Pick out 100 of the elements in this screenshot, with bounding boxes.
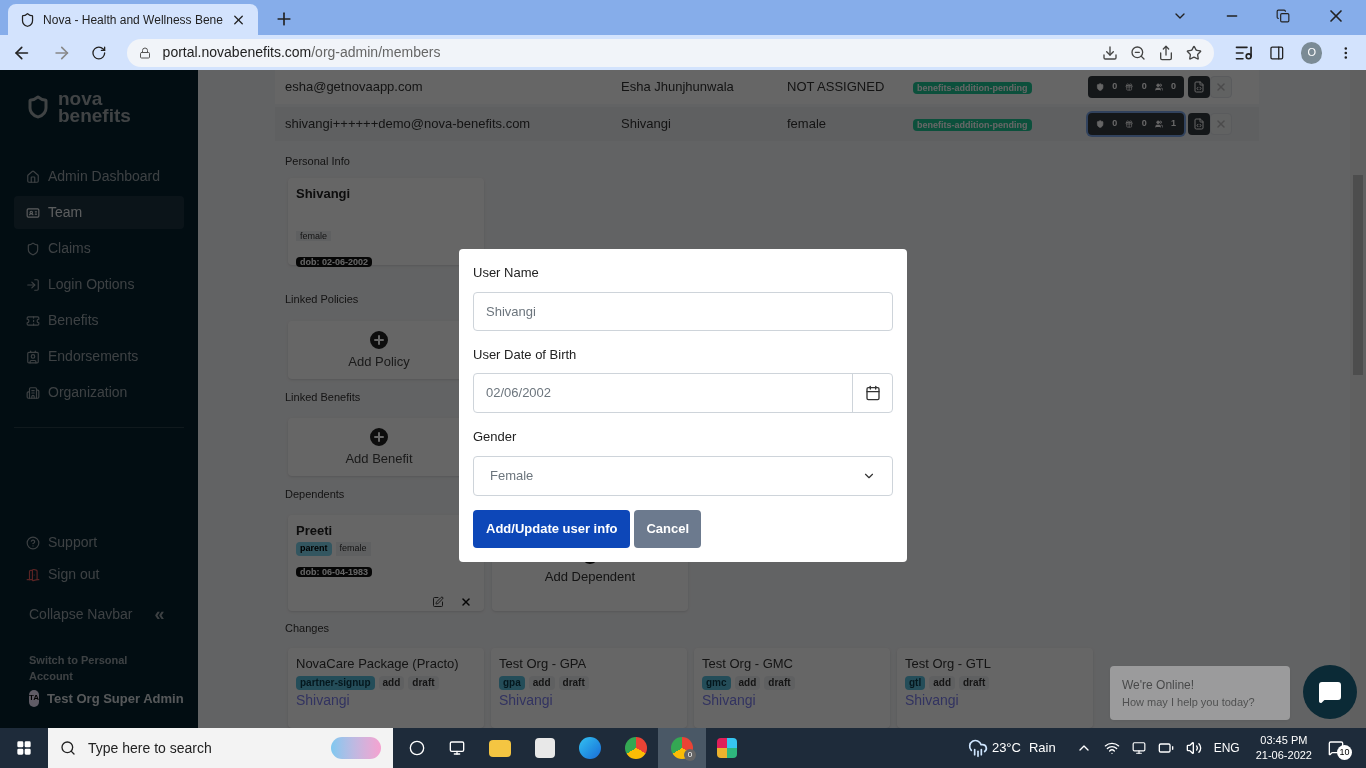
- chrome-icon: [671, 737, 693, 759]
- relation-tag: parent: [296, 542, 332, 556]
- change-title: Test Org - GTL: [905, 655, 992, 673]
- install-icon[interactable]: [1101, 44, 1118, 61]
- chrome-taskbar-button[interactable]: 0: [658, 728, 706, 768]
- field-label: Gender: [473, 428, 518, 446]
- language-indicator[interactable]: ENG: [1213, 739, 1240, 757]
- address-bar[interactable]: portal.novabenefits.com/org-admin/members: [126, 38, 1214, 67]
- battery-icon[interactable]: [1157, 740, 1174, 756]
- restore-icon[interactable]: [1276, 8, 1290, 23]
- file-explorer-icon[interactable]: [489, 739, 511, 757]
- gender-select[interactable]: Female: [473, 455, 893, 496]
- calendar-icon[interactable]: [864, 385, 881, 401]
- document-button[interactable]: [1188, 75, 1210, 98]
- nav-icon: [26, 205, 40, 220]
- nav-item[interactable]: Sign out: [14, 558, 184, 591]
- change-title: NovaCare Package (Practo): [296, 655, 460, 673]
- reload-icon[interactable]: [91, 44, 107, 61]
- cortana-icon[interactable]: [409, 740, 425, 756]
- side-panel-icon[interactable]: [1269, 44, 1285, 61]
- field-label: User Date of Birth: [473, 345, 578, 364]
- store-icon[interactable]: [535, 738, 555, 758]
- chat-icon: [1318, 680, 1342, 704]
- cancel-button[interactable]: Cancel: [634, 509, 702, 548]
- name-cell-text: Shivangi: [621, 114, 672, 133]
- weather-icon[interactable]: [967, 738, 988, 758]
- tag: draft: [408, 675, 439, 690]
- submit-button[interactable]: Add/Update user info: [473, 509, 631, 548]
- notification-button[interactable]: 10: [1328, 736, 1354, 760]
- bookmark-icon[interactable]: [1185, 44, 1202, 61]
- nav-item[interactable]: Admin Dashboard: [14, 160, 184, 193]
- tag: draft: [558, 675, 589, 690]
- date-of-birth-field[interactable]: 02/06/2002: [473, 373, 893, 413]
- chrome-icon[interactable]: [625, 737, 647, 759]
- tag: add: [378, 675, 405, 690]
- tag: gmc: [702, 675, 731, 690]
- nav-icon: [26, 535, 40, 550]
- field-label: User Name: [473, 264, 540, 282]
- change-title: Test Org - GPA: [499, 655, 588, 673]
- change-title: Test Org - GMC: [702, 655, 794, 673]
- tag: add: [528, 675, 555, 690]
- collapse-navbar-button[interactable]: Collapse Navbar «: [14, 600, 184, 628]
- gift-icon: [1125, 81, 1134, 92]
- site-icon: [20, 11, 36, 28]
- tag: draft: [764, 675, 795, 690]
- nav-item[interactable]: Endorsements: [14, 340, 184, 373]
- document-icon: [1193, 80, 1205, 93]
- users-icon: [1154, 81, 1163, 92]
- profile-avatar[interactable]: O: [1301, 41, 1323, 64]
- slack-icon[interactable]: [717, 738, 737, 758]
- section-heading: Linked Policies: [285, 292, 359, 307]
- nav-item[interactable]: Claims: [14, 232, 184, 265]
- nav-icon: [26, 169, 40, 184]
- counts-button[interactable]: 0 0 1: [1088, 112, 1184, 135]
- user-name-field[interactable]: Shivangi: [473, 291, 893, 331]
- temperature-text[interactable]: 23°C: [991, 738, 1021, 758]
- zoom-icon[interactable]: [1129, 44, 1146, 61]
- logo-icon: [26, 95, 50, 119]
- close-icon[interactable]: [460, 595, 472, 608]
- tag: add: [929, 675, 955, 690]
- nav-item[interactable]: Team: [14, 196, 184, 229]
- shield-icon: [1096, 118, 1105, 129]
- nav-item[interactable]: Organization: [14, 376, 184, 409]
- member-row[interactable]: esha@getnovaapp.com Esha Jhunjhunwala NOT ASSIGNED benefits-addition-pending 0 0 0: [275, 70, 1259, 104]
- email-cell-text: esha@getnovaapp.com: [285, 78, 424, 97]
- nav-item[interactable]: Support: [14, 526, 184, 559]
- dob-tag: dob: 06-04-1983: [296, 566, 373, 577]
- chat-subtitle: How may I help you today?: [1122, 694, 1256, 710]
- weather-text[interactable]: Rain: [1028, 738, 1056, 758]
- notification-badge: 0: [684, 749, 696, 761]
- tag: partner-signup: [296, 675, 375, 690]
- nav-item[interactable]: Benefits: [14, 304, 184, 337]
- task-view-icon[interactable]: [449, 740, 465, 756]
- nav-icon: [26, 277, 40, 292]
- document-button[interactable]: [1188, 112, 1210, 135]
- counts-button[interactable]: 0 0 0: [1088, 75, 1184, 98]
- email-cell-text: shivangi++++++demo@nova-benefits.com: [285, 114, 532, 133]
- chat-title: We're Online!: [1122, 676, 1196, 694]
- section-heading: Personal Info: [285, 153, 350, 169]
- nav-icon: [26, 241, 40, 256]
- switch-account-label[interactable]: Switch to Personal Account: [14, 651, 184, 685]
- status-badge: benefits-addition-pending: [913, 118, 1032, 131]
- add-dependent-label: Add Dependent: [544, 568, 636, 586]
- name-cell-text: Esha Jhunjhunwala: [621, 78, 735, 97]
- share-icon[interactable]: [1157, 44, 1174, 61]
- browser-tab[interactable]: Nova - Health and Wellness Bene: [8, 4, 258, 35]
- windows-start-icon[interactable]: [16, 740, 32, 756]
- nav-item[interactable]: Login Options: [14, 268, 184, 301]
- edge-icon[interactable]: [579, 737, 601, 759]
- clock[interactable]: 03:45 PM 21-06-2022: [1251, 733, 1316, 763]
- gender-cell-text: female: [787, 114, 828, 133]
- document-icon: [1193, 117, 1205, 130]
- edit-icon[interactable]: [432, 595, 444, 608]
- volume-icon[interactable]: [1185, 740, 1202, 756]
- nav-icon: [26, 567, 40, 582]
- notification-count: 10: [1337, 745, 1352, 760]
- wifi-icon[interactable]: [1103, 740, 1120, 756]
- taskbar-search-field[interactable]: Type here to search: [48, 728, 393, 768]
- shield-icon: [1096, 81, 1105, 92]
- device-icon[interactable]: [1131, 741, 1146, 755]
